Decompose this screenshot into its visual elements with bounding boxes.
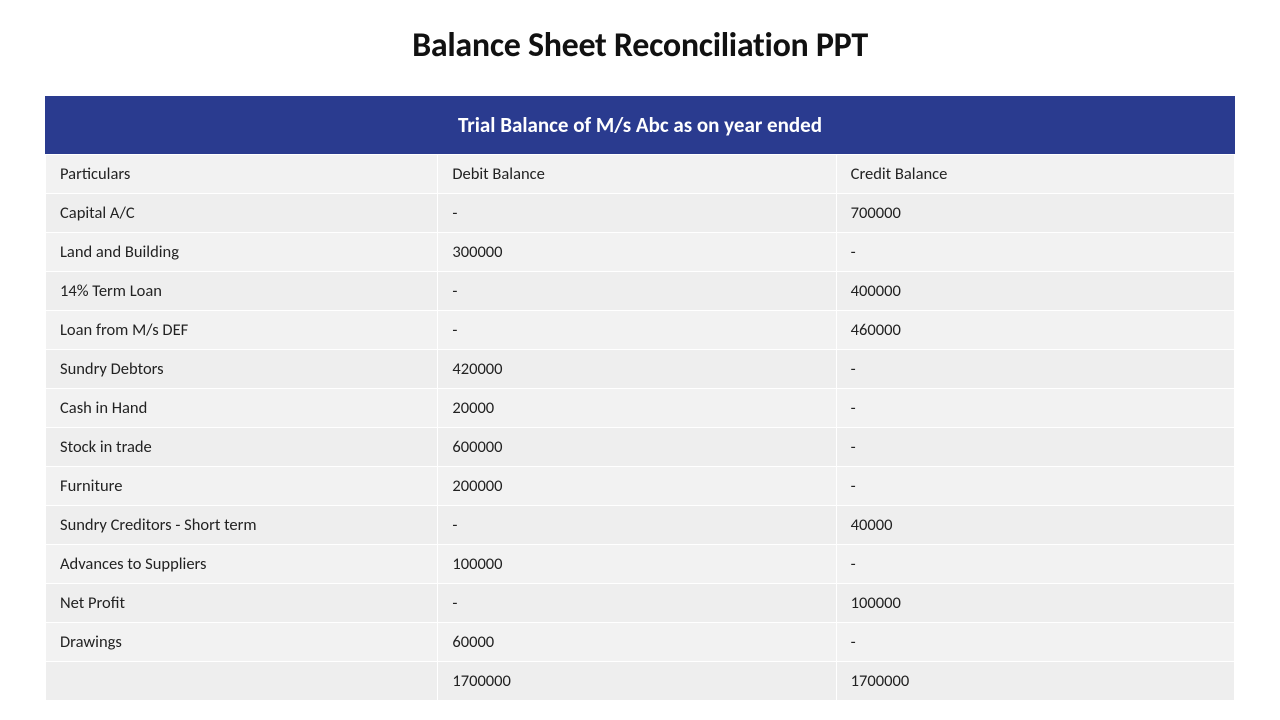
- trial-balance-table: Trial Balance of M/s Abc as on year ende…: [45, 96, 1235, 701]
- cell-particulars: Sundry Creditors - Short term: [46, 506, 438, 545]
- cell-debit: 300000: [438, 233, 836, 272]
- cell-totals-particulars: [46, 662, 438, 701]
- cell-debit: -: [438, 584, 836, 623]
- cell-particulars: Stock in trade: [46, 428, 438, 467]
- col-header-particulars: Particulars: [46, 155, 438, 194]
- cell-debit: -: [438, 194, 836, 233]
- table-row: Stock in trade600000-: [46, 428, 1235, 467]
- cell-debit: -: [438, 272, 836, 311]
- table-header-row: Particulars Debit Balance Credit Balance: [46, 155, 1235, 194]
- cell-debit: 60000: [438, 623, 836, 662]
- balance-table: Particulars Debit Balance Credit Balance…: [45, 154, 1235, 701]
- cell-particulars: Sundry Debtors: [46, 350, 438, 389]
- table-row: Land and Building300000-: [46, 233, 1235, 272]
- col-header-credit: Credit Balance: [836, 155, 1234, 194]
- table-row: Sundry Debtors420000-: [46, 350, 1235, 389]
- cell-debit: 420000: [438, 350, 836, 389]
- cell-credit: 460000: [836, 311, 1234, 350]
- table-row: Loan from M/s DEF-460000: [46, 311, 1235, 350]
- cell-credit: -: [836, 545, 1234, 584]
- cell-particulars: Furniture: [46, 467, 438, 506]
- table-row: Drawings60000-: [46, 623, 1235, 662]
- table-row: Net Profit-100000: [46, 584, 1235, 623]
- page-title: Balance Sheet Reconciliation PPT: [45, 25, 1235, 66]
- cell-credit: -: [836, 350, 1234, 389]
- cell-totals-debit: 1700000: [438, 662, 836, 701]
- cell-particulars: Net Profit: [46, 584, 438, 623]
- cell-particulars: Land and Building: [46, 233, 438, 272]
- cell-debit: -: [438, 311, 836, 350]
- col-header-debit: Debit Balance: [438, 155, 836, 194]
- slide-container: Balance Sheet Reconciliation PPT Trial B…: [0, 0, 1280, 720]
- cell-credit: -: [836, 467, 1234, 506]
- table-row: 14% Term Loan-400000: [46, 272, 1235, 311]
- cell-particulars: Drawings: [46, 623, 438, 662]
- cell-credit: -: [836, 233, 1234, 272]
- cell-credit: -: [836, 389, 1234, 428]
- table-row: Capital A/C-700000: [46, 194, 1235, 233]
- cell-debit: -: [438, 506, 836, 545]
- cell-particulars: Loan from M/s DEF: [46, 311, 438, 350]
- cell-particulars: Advances to Suppliers: [46, 545, 438, 584]
- cell-debit: 100000: [438, 545, 836, 584]
- cell-particulars: Capital A/C: [46, 194, 438, 233]
- table-totals-row: 17000001700000: [46, 662, 1235, 701]
- table-row: Advances to Suppliers100000-: [46, 545, 1235, 584]
- cell-credit: 100000: [836, 584, 1234, 623]
- table-row: Sundry Creditors - Short term-40000: [46, 506, 1235, 545]
- cell-debit: 20000: [438, 389, 836, 428]
- cell-credit: -: [836, 623, 1234, 662]
- cell-credit: 400000: [836, 272, 1234, 311]
- table-row: Cash in Hand20000-: [46, 389, 1235, 428]
- table-row: Furniture200000-: [46, 467, 1235, 506]
- table-title-bar: Trial Balance of M/s Abc as on year ende…: [45, 96, 1235, 154]
- cell-debit: 200000: [438, 467, 836, 506]
- cell-particulars: Cash in Hand: [46, 389, 438, 428]
- cell-debit: 600000: [438, 428, 836, 467]
- cell-particulars: 14% Term Loan: [46, 272, 438, 311]
- cell-credit: 700000: [836, 194, 1234, 233]
- cell-credit: -: [836, 428, 1234, 467]
- cell-totals-credit: 1700000: [836, 662, 1234, 701]
- cell-credit: 40000: [836, 506, 1234, 545]
